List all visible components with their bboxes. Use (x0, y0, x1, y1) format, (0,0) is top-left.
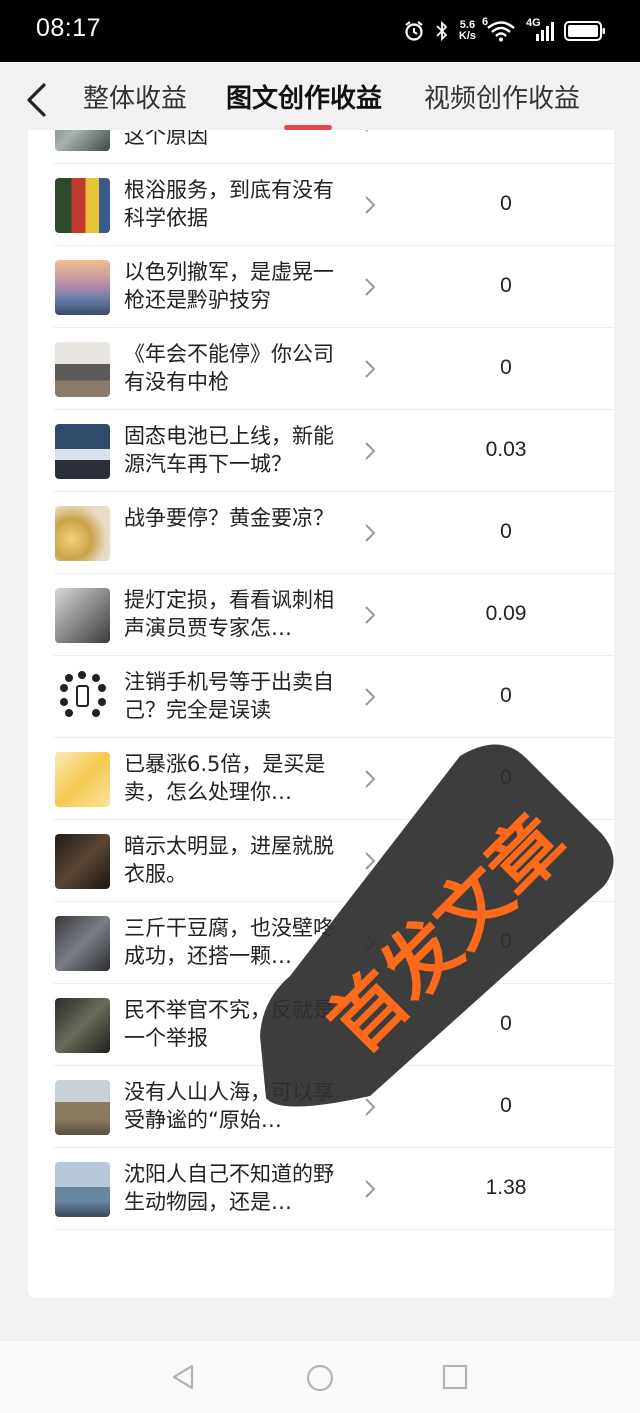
article-thumbnail (55, 1162, 110, 1217)
earnings-value: 0 (500, 192, 512, 215)
article-thumbnail (55, 588, 110, 643)
wifi-icon: 6 (482, 16, 516, 42)
article-title: 根浴服务，到底有没有科学依据 (124, 178, 334, 230)
battery-icon (564, 21, 605, 41)
list-item[interactable]: 注销手机号等于出卖自己？完全是误读 0 (28, 656, 614, 738)
speed-unit: K/s (458, 30, 476, 42)
bluetooth-icon (436, 20, 448, 42)
article-title: 沈阳人自己不知道的野生动物园，还是… (124, 1162, 334, 1214)
article-title: 民不举官不究，反就是一个举报 (124, 998, 334, 1050)
article-title: 《年会不能停》你公司有没有中枪 (124, 342, 334, 394)
back-button[interactable] (24, 82, 52, 118)
nav-recents-icon[interactable] (442, 1364, 468, 1390)
phone-icon (60, 671, 106, 717)
list-item[interactable]: 民不举官不究，反就是一个举报 0 (28, 984, 614, 1066)
earnings-list: 这个原因 0 根浴服务，到底有没有科学依据 0 以色列撤军，是虚晃一枪还是黔驴技… (28, 130, 614, 1298)
status-time: 08:17 (36, 14, 102, 42)
chevron-right-icon (365, 1180, 376, 1198)
earnings-value: 0 (500, 274, 512, 297)
article-title: 提灯定损，看看讽刺相声演员贾专家怎… (124, 588, 334, 640)
list-item[interactable]: 固态电池已上线，新能源汽车再下一城？ 0.03 (28, 410, 614, 492)
article-title: 三斤干豆腐，也没壁咚成功，还搭一颗… (124, 916, 334, 968)
tab-video-earnings[interactable]: 视频创作收益 (424, 78, 580, 115)
earnings-value: 0 (500, 930, 512, 953)
article-thumbnail (55, 342, 110, 397)
alarm-icon (405, 21, 423, 41)
article-thumbnail (55, 130, 110, 151)
list-item[interactable]: 战争要停？黄金要凉？ 0 (28, 492, 614, 574)
article-title: 固态电池已上线，新能源汽车再下一城？ (124, 424, 334, 476)
chevron-right-icon (365, 360, 376, 378)
earnings-value: 1.38 (485, 1176, 527, 1199)
header-tabs: 整体收益 图文创作收益 视频创作收益 (0, 62, 640, 130)
list-item[interactable]: 这个原因 0 (28, 130, 614, 164)
list-item[interactable]: 没有人山人海，可以享受静谧的“原始… 0 (28, 1066, 614, 1148)
list-item[interactable]: 根浴服务，到底有没有科学依据 0 (28, 164, 614, 246)
chevron-right-icon (365, 852, 376, 870)
chevron-right-icon (365, 606, 376, 624)
network-speed: 5.6 K/s (459, 20, 476, 42)
tab-article-earnings[interactable]: 图文创作收益 (226, 78, 382, 115)
article-title: 注销手机号等于出卖自己？完全是误读 (124, 670, 334, 722)
wifi-badge: 6 (482, 16, 489, 28)
article-thumbnail (55, 998, 110, 1053)
article-thumbnail (55, 916, 110, 971)
article-thumbnail (55, 506, 110, 561)
nav-back-icon[interactable] (170, 1363, 196, 1391)
earnings-value: 0.09 (485, 602, 527, 625)
system-nav-bar (0, 1340, 640, 1413)
list-item[interactable]: 提灯定损，看看讽刺相声演员贾专家怎… 0.09 (28, 574, 614, 656)
earnings-value: 0 (500, 1012, 512, 1035)
list-item[interactable]: 沈阳人自己不知道的野生动物园，还是… 1.38 (28, 1148, 614, 1230)
article-thumbnail (55, 178, 110, 233)
chevron-right-icon (365, 524, 376, 542)
chevron-right-icon (365, 278, 376, 296)
article-title: 战争要停？黄金要凉？ (124, 506, 334, 530)
chevron-right-icon (365, 688, 376, 706)
list-item[interactable]: 《年会不能停》你公司有没有中枪 0 (28, 328, 614, 410)
article-title: 以色列撤军，是虚晃一枪还是黔驴技穷 (124, 260, 334, 312)
chevron-right-icon (365, 934, 376, 952)
earnings-value: 0.03 (485, 438, 527, 461)
chevron-right-icon (365, 770, 376, 788)
article-thumbnail (55, 834, 110, 889)
row-divider (54, 1229, 614, 1230)
article-thumbnail (55, 1080, 110, 1135)
cellular-signal-icon: 4G (526, 17, 554, 42)
earnings-value: 0 (500, 766, 512, 789)
article-thumbnail (55, 752, 110, 807)
article-title: 已暴涨6.5倍，是买是卖，怎么处理你… (124, 752, 326, 804)
chevron-right-icon (365, 196, 376, 214)
earnings-value: 0 (500, 356, 512, 379)
chevron-right-icon (365, 1098, 376, 1116)
list-item[interactable]: 三斤干豆腐，也没壁咚成功，还搭一颗… 0 (28, 902, 614, 984)
article-title: 这个原因 (124, 130, 208, 148)
earnings-value: 0 (500, 520, 512, 543)
article-thumbnail (55, 260, 110, 315)
earnings-value: 0 (500, 848, 512, 871)
nav-home-icon[interactable] (305, 1363, 335, 1393)
article-thumbnail (55, 670, 110, 725)
chevron-right-icon (365, 442, 376, 460)
article-title: 暗示太明显，进屋就脱衣服。 (124, 834, 334, 886)
chevron-right-icon (365, 1016, 376, 1034)
list-item[interactable]: 已暴涨6.5倍，是买是卖，怎么处理你… 0 (28, 738, 614, 820)
status-icons: 5.6 K/s 6 4G (403, 16, 606, 46)
list-item[interactable]: 暗示太明显，进屋就脱衣服。 0 (28, 820, 614, 902)
earnings-value: 0 (500, 684, 512, 707)
chevron-right-icon (365, 130, 369, 132)
list-item[interactable]: 以色列撤军，是虚晃一枪还是黔驴技穷 0 (28, 246, 614, 328)
chevron-left-icon (27, 83, 46, 117)
article-title: 没有人山人海，可以享受静谧的“原始… (124, 1080, 334, 1132)
status-bar: 08:17 5.6 K/s 6 4G (0, 0, 640, 62)
tab-overall-earnings[interactable]: 整体收益 (83, 78, 187, 115)
article-thumbnail (55, 424, 110, 479)
earnings-value: 0 (500, 1094, 512, 1117)
